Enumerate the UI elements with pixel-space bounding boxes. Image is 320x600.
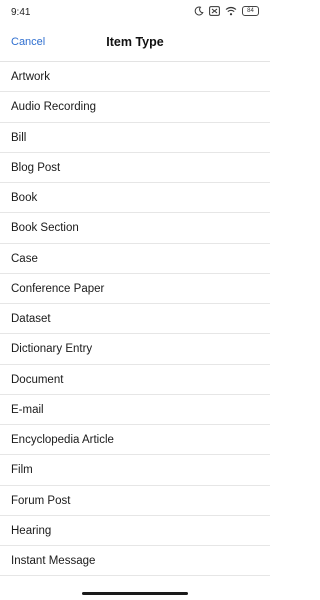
list-item[interactable]: Blog Post [0,153,270,183]
list-item[interactable]: Document [0,365,270,395]
list-item[interactable]: Hearing [0,516,270,546]
list-item[interactable]: Dataset [0,304,270,335]
wifi-icon [225,6,237,16]
status-icons: 84 [194,6,259,16]
home-indicator[interactable] [82,592,188,595]
list-item[interactable]: Forum Post [0,486,270,516]
page-title: Item Type [106,35,164,49]
list-item[interactable]: Book [0,183,270,214]
list-item[interactable]: Audio Recording [0,92,270,123]
list-item[interactable]: Conference Paper [0,274,270,304]
list-item[interactable]: Film [0,455,270,486]
status-bar: 9:41 84 [0,0,270,24]
list-item[interactable]: Case [0,244,270,274]
list-item[interactable]: Dictionary Entry [0,334,270,365]
item-type-list: Artwork Audio Recording Bill Blog Post Book B… [0,61,270,577]
list-item[interactable]: E-mail [0,395,270,425]
list-item[interactable]: Bill [0,123,270,153]
navigation-bar: Cancel Item Type [0,24,270,60]
battery-icon: 84 [242,6,259,16]
list-item[interactable]: Book Section [0,213,270,244]
list-item[interactable]: Encyclopedia Article [0,425,270,456]
sim-off-icon [209,6,220,16]
status-time: 9:41 [11,7,31,18]
list-item[interactable]: Instant Message [0,546,270,577]
list-item[interactable]: Artwork [0,62,270,93]
moon-icon [194,6,204,16]
